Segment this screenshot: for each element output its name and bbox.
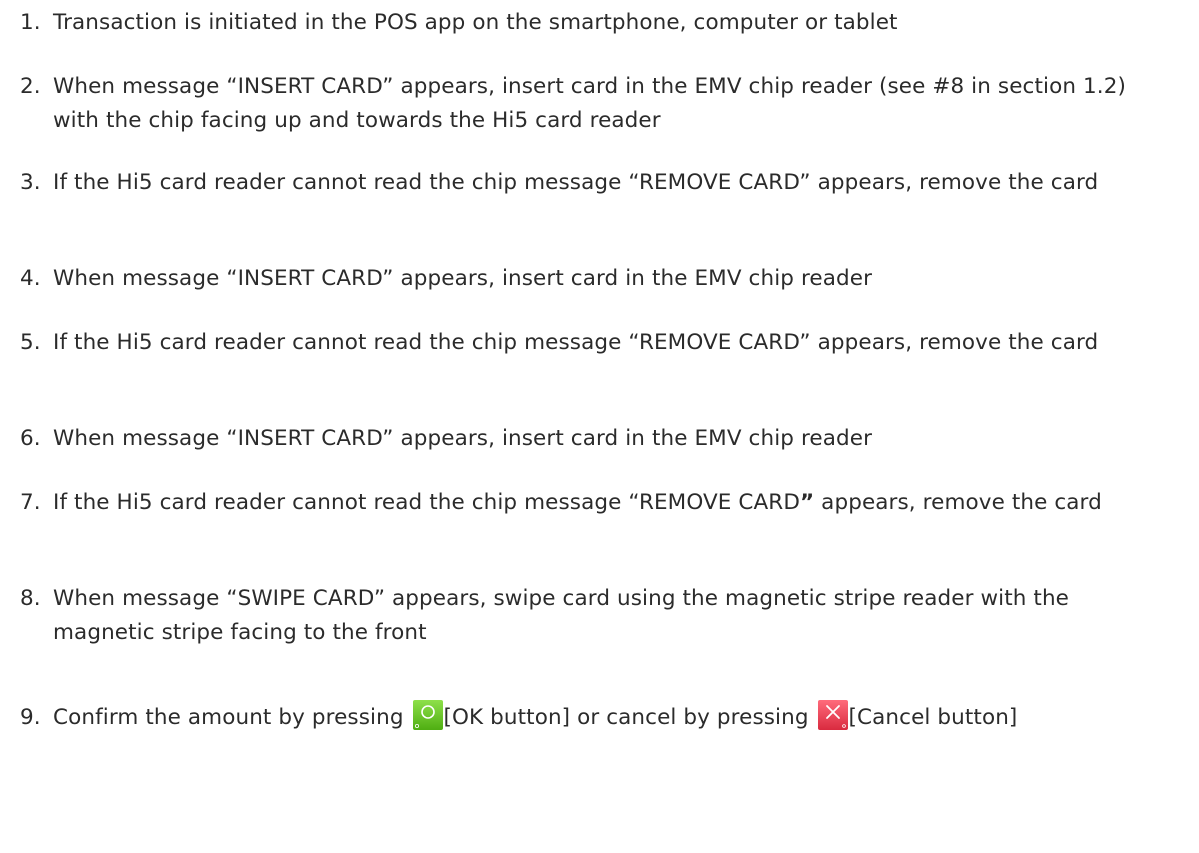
step-text: If the Hi5 card reader cannot read the c… bbox=[53, 330, 1099, 355]
step-text-part-c: [Cancel button] bbox=[848, 705, 1018, 730]
step-text-part-a: Confirm the amount by pressing bbox=[53, 705, 411, 730]
step-number: 5. bbox=[20, 330, 41, 355]
ok-button-icon bbox=[412, 700, 443, 730]
step-text: Transaction is initiated in the POS app … bbox=[53, 10, 898, 35]
cancel-button-icon bbox=[817, 700, 848, 730]
step-number: 8. bbox=[20, 586, 41, 611]
step-number: 9. bbox=[20, 705, 41, 730]
step-number: 2. bbox=[20, 74, 41, 99]
list-item: 6. When message “INSERT CARD” appears, i… bbox=[20, 422, 1170, 456]
step-number: 7. bbox=[20, 490, 41, 515]
step-text: When message “INSERT CARD” appears, inse… bbox=[53, 74, 1126, 133]
step-text-part-b: [OK button] or cancel by pressing bbox=[443, 705, 816, 730]
step-text-start: If the Hi5 card reader cannot read the c… bbox=[53, 490, 801, 515]
step-text: When message “INSERT CARD” appears, inse… bbox=[53, 266, 873, 291]
step-text: When message “SWIPE CARD” appears, swipe… bbox=[53, 586, 1070, 645]
list-item: 7. If the Hi5 card reader cannot read th… bbox=[20, 486, 1170, 520]
list-item: 1. Transaction is initiated in the POS a… bbox=[20, 6, 1170, 40]
step-text: If the Hi5 card reader cannot read the c… bbox=[53, 486, 1170, 520]
step-number: 1. bbox=[20, 10, 41, 35]
list-item: 2. When message “INSERT CARD” appears, i… bbox=[20, 70, 1170, 138]
step-text-end: appears, remove the card bbox=[814, 490, 1102, 515]
step-number: 3. bbox=[20, 170, 41, 195]
step-text: When message “INSERT CARD” appears, inse… bbox=[53, 426, 873, 451]
step-number: 4. bbox=[20, 266, 41, 291]
step-number: 6. bbox=[20, 426, 41, 451]
list-item: 5. If the Hi5 card reader cannot read th… bbox=[20, 326, 1170, 360]
list-item: 8. When message “SWIPE CARD” appears, sw… bbox=[20, 582, 1170, 650]
list-item: 3. If the Hi5 card reader cannot read th… bbox=[20, 166, 1170, 200]
step-text-bold-quote: ” bbox=[800, 490, 815, 515]
list-item: 9. Confirm the amount by pressing [OK bu… bbox=[20, 700, 1170, 735]
step-text: Confirm the amount by pressing [OK butto… bbox=[53, 700, 1170, 735]
step-text: If the Hi5 card reader cannot read the c… bbox=[53, 170, 1099, 195]
list-item: 4. When message “INSERT CARD” appears, i… bbox=[20, 262, 1170, 296]
